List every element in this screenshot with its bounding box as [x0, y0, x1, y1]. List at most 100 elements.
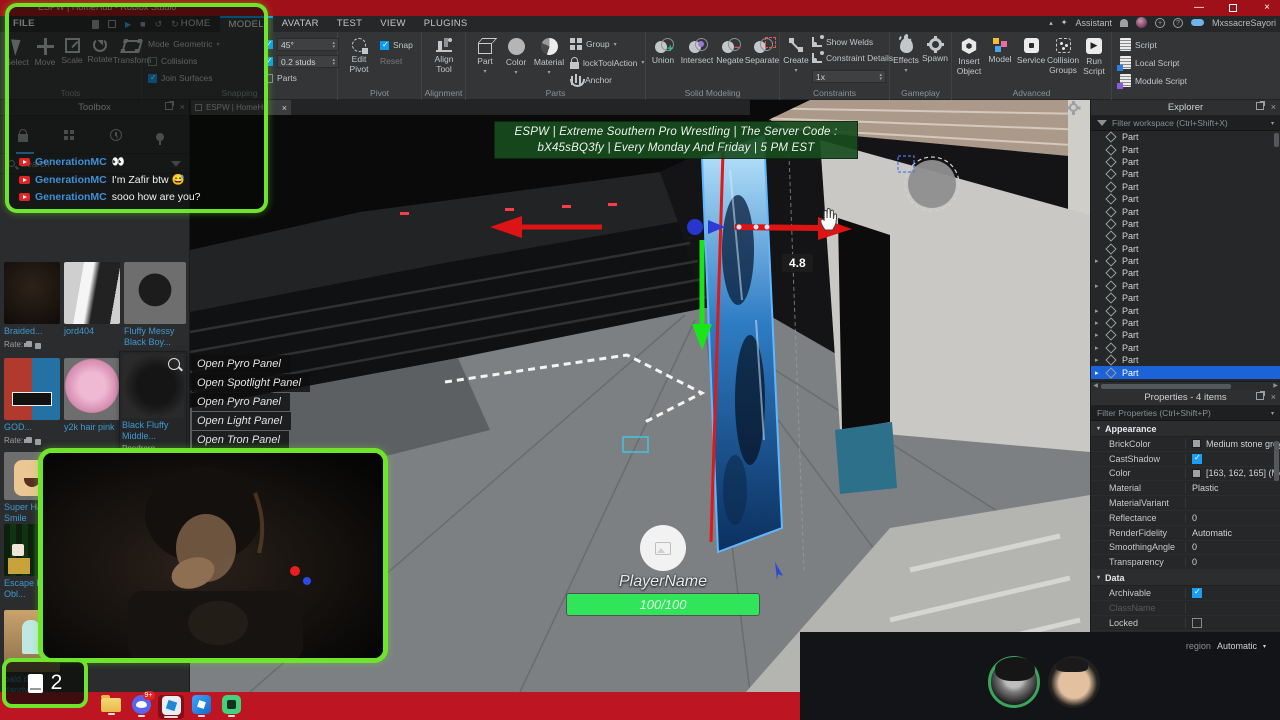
toolbox-item[interactable]: y2k hair pink — [64, 358, 120, 433]
explorer-row-part[interactable]: ▸ Part — [1091, 366, 1280, 379]
thumbs-up-icon[interactable] — [23, 437, 33, 444]
constraint-scale-stepper[interactable]: 1x ▴ ▾ — [812, 70, 886, 83]
toolbox-item-thumbnail[interactable] — [124, 262, 186, 324]
property-row-reflectance[interactable]: Reflectance 0 — [1091, 511, 1280, 526]
property-row-smoothingangle[interactable]: SmoothingAngle 0 — [1091, 541, 1280, 556]
voice-avatar[interactable] — [1048, 656, 1100, 708]
close-icon[interactable]: × — [1271, 392, 1276, 402]
toolbox-item-name[interactable]: GOD... — [4, 422, 60, 433]
property-value[interactable]: Automatic — [1186, 528, 1280, 538]
property-section-data[interactable]: ▾ Data — [1091, 570, 1280, 587]
add-user-icon[interactable]: + — [1154, 17, 1165, 28]
taskbar-item-file-explorer[interactable] — [98, 695, 124, 719]
explorer-row-part[interactable]: Part — [1091, 205, 1280, 218]
zoom-icon[interactable] — [168, 358, 180, 370]
toolbox-item[interactable]: Fluffy Messy Black Boy... — [124, 262, 186, 348]
minimize-button[interactable]: — — [1192, 1, 1206, 16]
open-panel-button[interactable]: Open Pyro Panel — [192, 355, 290, 373]
toolbox-item-thumbnail[interactable] — [122, 354, 184, 418]
property-row-materialvariant[interactable]: MaterialVariant — [1091, 496, 1280, 511]
create-constraint-button[interactable]: Create ▾ — [782, 38, 810, 74]
expand-arrow-icon[interactable]: ▸ — [1095, 331, 1105, 339]
collapse-ribbon-icon[interactable]: ▴ — [1049, 19, 1053, 27]
toolbox-item-rate[interactable]: Rate: — [4, 340, 60, 349]
tab-test[interactable]: TEST — [328, 16, 371, 32]
model-button[interactable]: Model — [986, 38, 1014, 64]
properties-filter-input[interactable]: Filter Properties (Ctrl+Shift+P) ▾ — [1091, 406, 1280, 421]
edit-pivot-button[interactable]: Edit Pivot — [342, 38, 376, 74]
close-icon[interactable]: × — [282, 103, 287, 113]
toolbox-item-name[interactable]: Fluffy Messy Black Boy... — [124, 326, 186, 348]
tab-plugins[interactable]: PLUGINS — [415, 16, 477, 32]
explorer-row-part[interactable]: Part — [1091, 131, 1280, 143]
part-button[interactable]: Part ▾ — [472, 38, 498, 75]
material-button[interactable]: Material ▾ — [532, 38, 566, 76]
property-value[interactable] — [1186, 588, 1280, 599]
property-row-renderfidelity[interactable]: RenderFidelity Automatic — [1091, 526, 1280, 541]
explorer-row-part[interactable]: ▸ Part — [1091, 329, 1280, 342]
properties-header[interactable]: Properties - 4 items × — [1091, 390, 1280, 406]
vertical-scrollbar[interactable] — [1274, 441, 1279, 481]
expand-arrow-icon[interactable]: ▸ — [1095, 344, 1105, 352]
local-script-button[interactable]: Local Script — [1117, 56, 1179, 71]
property-value[interactable]: Plastic — [1186, 483, 1280, 493]
insert-object-button[interactable]: Insert Object — [954, 38, 984, 76]
toolbox-item-thumbnail[interactable] — [4, 262, 60, 324]
thumbs-down-icon[interactable] — [35, 438, 42, 445]
property-section-appearance[interactable]: ▾ Appearance — [1091, 421, 1280, 437]
notifications-icon[interactable] — [1119, 18, 1128, 27]
maximize-button[interactable] — [1226, 1, 1240, 16]
explorer-row-part[interactable]: Part — [1091, 243, 1280, 255]
assistant-button[interactable]: Assistant — [1075, 18, 1112, 28]
toolbox-item-thumbnail[interactable] — [64, 262, 120, 324]
explorer-row-part[interactable]: Part — [1091, 181, 1280, 193]
thumbs-down-icon[interactable] — [35, 342, 42, 349]
taskbar-item-app-green[interactable] — [218, 695, 244, 719]
taskbar-item-roblox-studio[interactable] — [158, 695, 184, 719]
popout-icon[interactable] — [1255, 391, 1265, 400]
open-panel-button[interactable]: Open Pyro Panel — [192, 393, 290, 411]
property-value[interactable]: 0 — [1186, 542, 1280, 552]
snap-to-parts-checkbox[interactable]: Parts — [264, 73, 297, 83]
pivot-snap-checkbox[interactable]: Snap — [380, 40, 413, 50]
toolbox-item-name[interactable]: y2k hair pink — [64, 422, 120, 433]
open-panel-button[interactable]: Open Tron Panel — [192, 431, 289, 449]
expand-arrow-icon[interactable]: ▸ — [1095, 307, 1105, 315]
property-row-classname[interactable]: ClassName — [1091, 601, 1280, 616]
explorer-row-part[interactable]: Part — [1091, 267, 1280, 280]
property-row-transparency[interactable]: Transparency 0 — [1091, 555, 1280, 570]
negate-button[interactable]: Negate — [714, 38, 746, 65]
property-row-archivable[interactable]: Archivable — [1091, 586, 1280, 601]
thumbs-up-icon[interactable] — [23, 341, 33, 348]
popout-icon[interactable] — [1255, 101, 1265, 110]
expand-arrow-icon[interactable]: ▸ — [1095, 369, 1105, 377]
taskbar-item-discord[interactable]: 9+ — [128, 691, 155, 719]
toolbox-item[interactable]: Braided... Rate: — [4, 262, 60, 349]
expand-arrow-icon[interactable]: ▸ — [1095, 356, 1105, 364]
module-script-button[interactable]: Module Script — [1117, 74, 1187, 89]
checkbox-icon[interactable] — [380, 40, 389, 50]
viewport-settings-gear-icon[interactable] — [1069, 101, 1078, 112]
tab-avatar[interactable]: AVATAR — [273, 16, 328, 32]
checkbox-icon[interactable] — [1192, 453, 1202, 464]
explorer-filter-input[interactable]: Filter workspace (Ctrl+Shift+X) ▾ — [1091, 116, 1280, 131]
explorer-row-part[interactable]: Part — [1091, 193, 1280, 205]
script-button[interactable]: Script — [1120, 38, 1157, 51]
explorer-row-part[interactable]: Part — [1091, 168, 1280, 181]
property-row-brickcolor[interactable]: BrickColor Medium stone grey — [1091, 437, 1280, 452]
scroll-left-icon[interactable]: ◀ — [1092, 383, 1099, 390]
toolbox-item-name[interactable]: jord404 — [64, 326, 120, 337]
property-value[interactable]: Medium stone grey — [1186, 439, 1280, 449]
vertical-scrollbar[interactable] — [1274, 133, 1279, 147]
explorer-row-part[interactable]: ▸ Part — [1091, 317, 1280, 329]
property-value[interactable] — [1186, 617, 1280, 628]
open-panel-button[interactable]: Open Spotlight Panel — [192, 374, 310, 392]
anchor-button[interactable]: Anchor — [570, 74, 612, 87]
intersect-button[interactable]: Intersect — [678, 38, 716, 65]
toolbox-item[interactable]: GOD... Rate: — [4, 358, 60, 445]
union-button[interactable]: Union — [648, 38, 678, 65]
effects-button[interactable]: Effects ▾ — [892, 38, 920, 74]
expand-arrow-icon[interactable]: ▸ — [1095, 257, 1105, 265]
toolbox-item-rate[interactable]: Rate: — [4, 436, 60, 445]
toolbox-item-thumbnail[interactable] — [4, 358, 60, 420]
